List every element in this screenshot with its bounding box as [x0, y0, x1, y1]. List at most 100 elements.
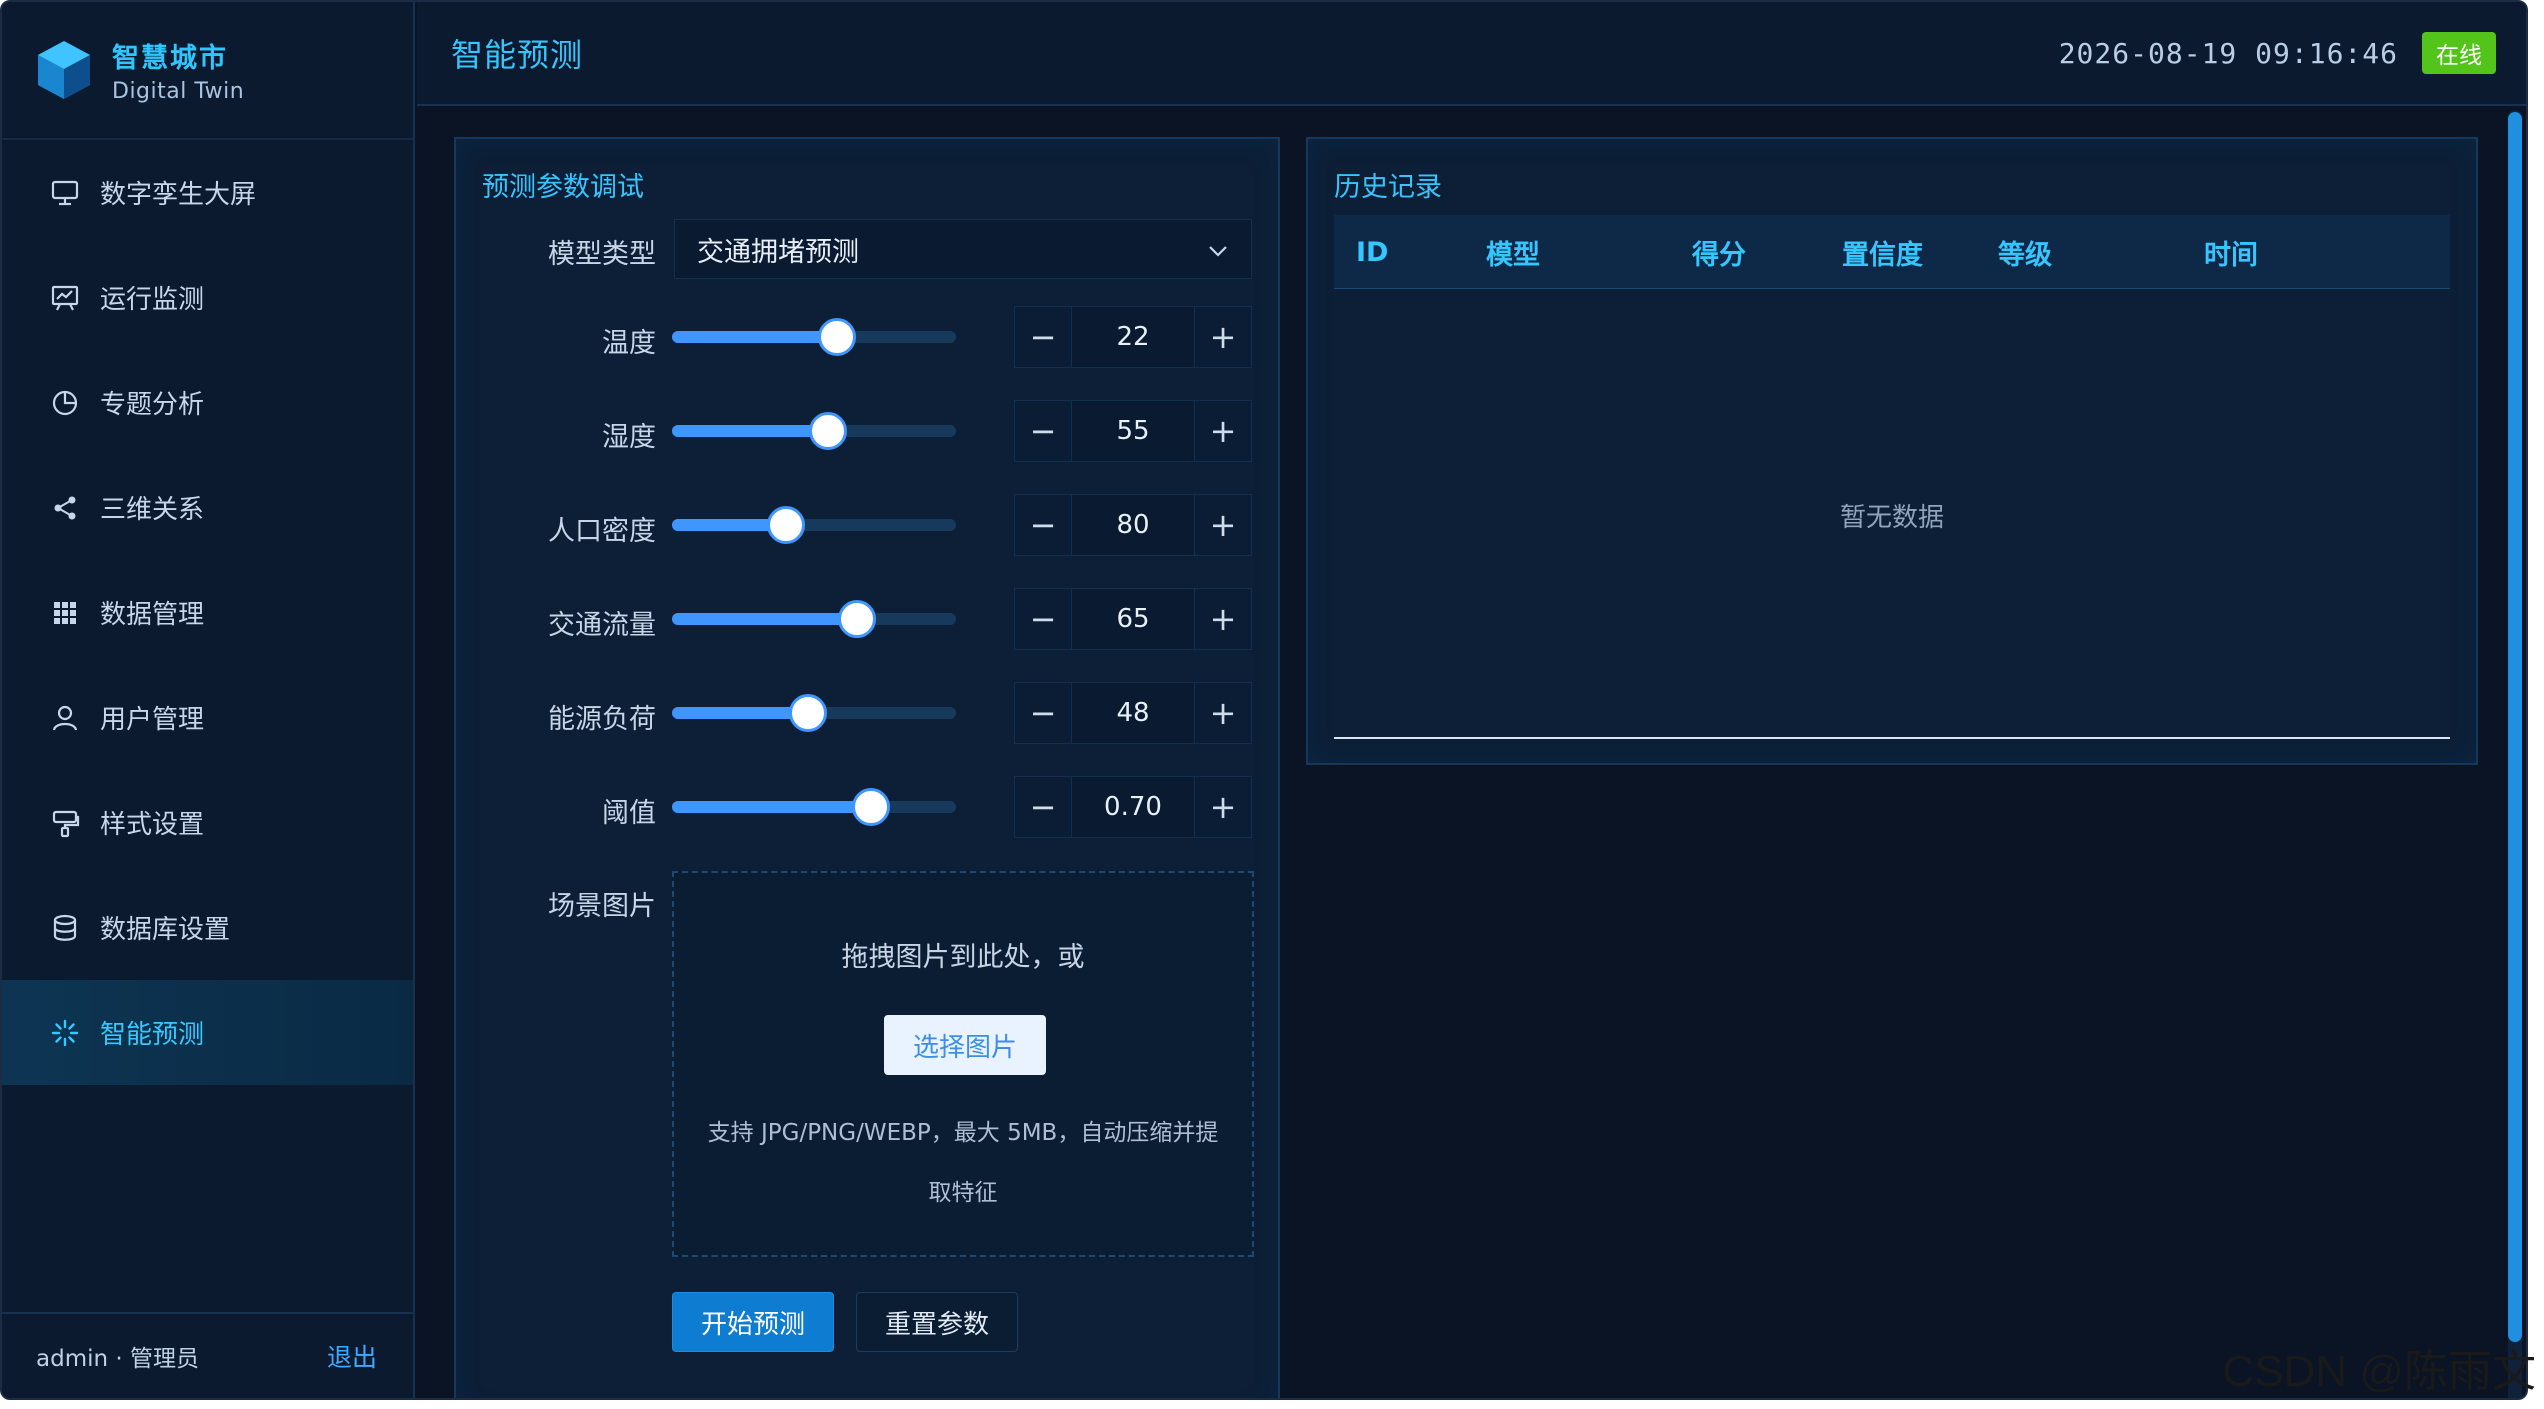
slider-label: 湿度: [602, 422, 656, 453]
slider-label: 交通流量: [548, 610, 656, 641]
chevron-down-icon: [1207, 234, 1229, 265]
slider-handle[interactable]: [851, 788, 890, 826]
reset-params-button[interactable]: 重置参数: [856, 1292, 1018, 1352]
sidebar-item-database-settings[interactable]: 数据库设置: [2, 875, 413, 980]
slider-handle[interactable]: [789, 694, 828, 732]
slider-label: 温度: [602, 328, 656, 359]
loading-icon: [48, 1016, 82, 1050]
minus-icon[interactable]: −: [1014, 588, 1072, 650]
slider-label: 阈值: [602, 798, 656, 829]
column-header-level[interactable]: 等级: [1998, 215, 2052, 289]
param-panel: 预测参数调试 模型类型 交通拥堵预测 温度 −22 + 湿度 −55 + 人口密度 −80 + 交…: [454, 137, 1280, 1398]
stepper-value[interactable]: 48: [1072, 682, 1194, 744]
number-stepper: −22 +: [1014, 306, 1252, 368]
model-type-value: 交通拥堵预测: [697, 236, 859, 268]
scrollbar-thumb[interactable]: [2508, 112, 2522, 1342]
stepper-value[interactable]: 65: [1072, 588, 1194, 650]
slider-handle[interactable]: [809, 412, 848, 450]
stepper-value[interactable]: 22: [1072, 306, 1194, 368]
column-header-confidence[interactable]: 置信度: [1842, 215, 1923, 289]
sidebar-item-data-management[interactable]: 数据管理: [2, 560, 413, 665]
sidebar-item-label: 智能预测: [100, 1020, 205, 1050]
monitor-icon: [48, 176, 82, 210]
slider-track[interactable]: [672, 600, 956, 638]
sidebar-item-3d-relations[interactable]: 三维关系: [2, 455, 413, 560]
pie-chart-icon: [48, 386, 82, 420]
slider-track[interactable]: [672, 506, 956, 544]
plus-icon[interactable]: +: [1194, 400, 1252, 462]
sidebar-item-label: 三维关系: [100, 495, 205, 525]
number-stepper: −65 +: [1014, 588, 1252, 650]
slider-track[interactable]: [672, 788, 956, 826]
minus-icon[interactable]: −: [1014, 776, 1072, 838]
user-icon: [48, 701, 82, 735]
share-icon: [48, 491, 82, 525]
sidebar-item-label: 运行监测: [100, 285, 205, 315]
slider-handle[interactable]: [837, 600, 876, 638]
minus-icon[interactable]: −: [1014, 306, 1072, 368]
model-type-label: 模型类型: [548, 239, 656, 270]
plus-icon[interactable]: +: [1194, 494, 1252, 556]
minus-icon[interactable]: −: [1014, 682, 1072, 744]
app-window: 智慧城市 Digital Twin 数字孪生大屏 运行监测 专题分析 三维关系 …: [0, 0, 2528, 1400]
start-prediction-button[interactable]: 开始预测: [672, 1292, 834, 1352]
minus-icon[interactable]: −: [1014, 494, 1072, 556]
sidebar-item-label: 数据库设置: [100, 915, 231, 945]
table-bottom-border: [1334, 737, 2450, 739]
number-stepper: −80 +: [1014, 494, 1252, 556]
sidebar-item-label: 数据管理: [100, 600, 205, 630]
column-header-id[interactable]: ID: [1356, 215, 1388, 289]
sidebar-item-smart-prediction[interactable]: 智能预测: [2, 980, 413, 1085]
brand-subtitle: Digital Twin: [112, 79, 245, 104]
sidebar-item-label: 专题分析: [100, 390, 205, 420]
slider-handle[interactable]: [766, 506, 805, 544]
status-badge: 在线: [2422, 32, 2496, 74]
cube-logo-icon: [38, 41, 90, 99]
column-header-model[interactable]: 模型: [1486, 215, 1540, 289]
stepper-value[interactable]: 0.70: [1072, 776, 1194, 838]
slider-track[interactable]: [672, 318, 956, 356]
brand-title: 智慧城市: [112, 43, 228, 74]
slider-fill: [672, 425, 829, 437]
slider-track[interactable]: [672, 694, 956, 732]
plus-icon[interactable]: +: [1194, 682, 1252, 744]
sidebar-item-user-management[interactable]: 用户管理: [2, 665, 413, 770]
empty-state-text: 暂无数据: [1839, 503, 1944, 533]
stepper-value[interactable]: 80: [1072, 494, 1194, 556]
history-panel-title: 历史记录: [1334, 172, 1442, 203]
upload-description: 支持 JPG/PNG/WEBP，最大 5MB，自动压缩并提取特征: [707, 1120, 1219, 1206]
slider-fill: [672, 331, 837, 343]
slider-handle[interactable]: [817, 318, 856, 356]
param-panel-title: 预测参数调试: [482, 172, 644, 203]
sidebar-item-topic-analysis[interactable]: 专题分析: [2, 350, 413, 455]
sidebar-item-style-settings[interactable]: 样式设置: [2, 770, 413, 875]
sidebar-item-label: 数字孪生大屏: [100, 180, 257, 210]
plus-icon[interactable]: +: [1194, 306, 1252, 368]
history-table-header: ID 模型 得分 置信度 等级 时间: [1334, 215, 2450, 289]
slider-track[interactable]: [672, 412, 956, 450]
image-upload-dropzone[interactable]: 拖拽图片到此处，或 选择图片 支持 JPG/PNG/WEBP，最大 5MB，自动…: [672, 871, 1254, 1257]
select-image-button[interactable]: 选择图片: [884, 1015, 1046, 1075]
column-header-score[interactable]: 得分: [1692, 215, 1746, 289]
number-stepper: −55 +: [1014, 400, 1252, 462]
model-type-select[interactable]: 交通拥堵预测: [674, 219, 1252, 279]
plus-icon[interactable]: +: [1194, 588, 1252, 650]
sidebar-item-label: 用户管理: [100, 705, 205, 735]
minus-icon[interactable]: −: [1014, 400, 1072, 462]
sidebar-item-monitoring[interactable]: 运行监测: [2, 245, 413, 350]
page-title: 智能预测: [451, 36, 584, 74]
datetime: 2026-08-19 09:16:46: [2058, 36, 2398, 70]
chart-board-icon: [48, 281, 82, 315]
number-stepper: −48 +: [1014, 682, 1252, 744]
stepper-value[interactable]: 55: [1072, 400, 1194, 462]
logout-link[interactable]: 退出: [327, 1338, 377, 1374]
upload-hint: 拖拽图片到此处，或: [841, 942, 1085, 973]
sidebar-nav: 数字孪生大屏 运行监测 专题分析 三维关系 数据管理 用户管理 样式设置 数据库…: [2, 140, 413, 1085]
number-stepper: −0.70 +: [1014, 776, 1252, 838]
plus-icon[interactable]: +: [1194, 776, 1252, 838]
sidebar-item-digital-twin-screen[interactable]: 数字孪生大屏: [2, 140, 413, 245]
current-user: admin · 管理员: [36, 1346, 199, 1372]
database-icon: [48, 911, 82, 945]
grid-icon: [48, 596, 82, 630]
column-header-time[interactable]: 时间: [2204, 215, 2258, 289]
